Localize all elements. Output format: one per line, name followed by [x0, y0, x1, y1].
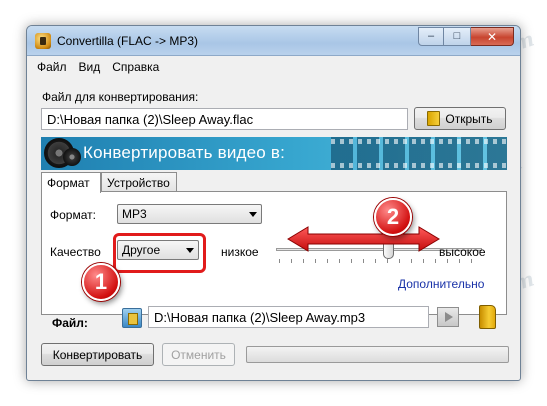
tab-format[interactable]: Формат — [41, 172, 101, 193]
output-path-input[interactable]: D:\Новая папка (2)\Sleep Away.mp3 — [148, 306, 429, 328]
minimize-button[interactable]: – — [418, 27, 444, 46]
output-label: Файл: — [52, 316, 88, 330]
convert-banner: Конвертировать видео в: — [41, 137, 507, 170]
quality-low-label: низкое — [221, 245, 259, 259]
menu-bar: Файл Вид Справка — [27, 57, 520, 77]
tab-device[interactable]: Устройство — [101, 172, 177, 192]
double-arrow-icon — [287, 226, 440, 252]
close-button[interactable]: ✕ — [471, 27, 514, 46]
open-button-label: Открыть — [445, 111, 493, 126]
filmstrip-decoration — [331, 137, 507, 170]
banner-title: Конвертировать видео в: — [83, 143, 286, 162]
play-icon[interactable] — [437, 307, 459, 327]
file-type-icon[interactable] — [122, 308, 142, 328]
format-select[interactable]: MP3 — [117, 204, 262, 224]
advanced-link[interactable]: Дополнительно — [398, 277, 484, 291]
open-button[interactable]: Открыть — [414, 107, 506, 130]
cancel-button[interactable]: Отменить — [162, 343, 235, 366]
app-window: Convertilla (FLAC -> MP3) – □ ✕ Файл Вид… — [26, 25, 521, 381]
menu-view[interactable]: Вид — [79, 60, 101, 74]
menu-file[interactable]: Файл — [37, 60, 67, 74]
convert-button[interactable]: Конвертировать — [41, 343, 154, 366]
step-badge-1: 1 — [82, 263, 120, 301]
window-controls: – □ ✕ — [418, 27, 514, 46]
source-label: Файл для конвертирования: — [42, 90, 199, 104]
format-label: Формат: — [50, 208, 96, 222]
maximize-button[interactable]: □ — [444, 27, 471, 46]
format-select-value: MP3 — [122, 207, 147, 221]
progress-bar — [246, 346, 509, 363]
film-reel-icon — [63, 148, 81, 166]
source-path-input[interactable]: D:\Новая папка (2)\Sleep Away.flac — [41, 108, 408, 130]
title-bar[interactable]: Convertilla (FLAC -> MP3) – □ ✕ — [27, 26, 520, 56]
quality-slider-ticks — [279, 259, 483, 263]
menu-help[interactable]: Справка — [112, 60, 159, 74]
quality-high-label: высокое — [439, 245, 486, 259]
highlight-box — [113, 233, 206, 273]
chevron-down-icon — [249, 212, 257, 217]
window-title: Convertilla (FLAC -> MP3) — [57, 34, 199, 48]
convertilla-reel-icon — [35, 33, 51, 49]
folder-icon — [427, 111, 441, 126]
step-badge-2: 2 — [374, 198, 412, 236]
folder-icon[interactable] — [479, 305, 496, 329]
quality-label: Качество — [50, 245, 101, 259]
